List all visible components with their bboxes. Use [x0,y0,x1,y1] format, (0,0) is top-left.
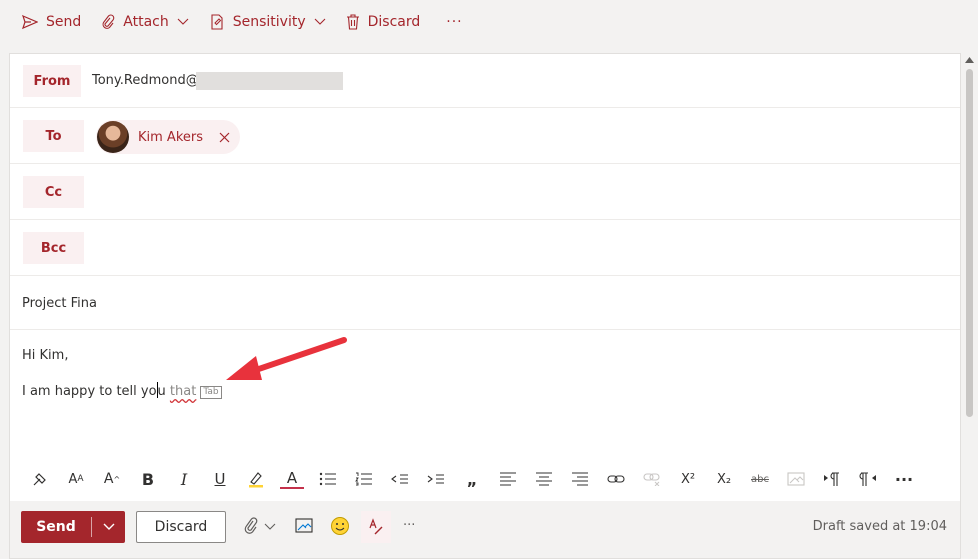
insert-picture-icon[interactable] [295,518,313,533]
link-icon[interactable] [604,467,628,491]
editor-button[interactable] [361,511,391,543]
send-button[interactable]: Send [21,511,125,543]
sensitivity-icon [211,14,223,30]
align-center-icon[interactable] [532,467,556,491]
redacted-domain [196,72,343,90]
from-row: From Tony.Redmond@ [10,54,960,108]
body-greeting: Hi Kim, [22,348,69,363]
remove-link-icon[interactable] [640,467,664,491]
send-options-button[interactable] [92,523,125,531]
rtl-icon[interactable] [856,467,880,491]
chevron-down-icon[interactable] [264,523,276,531]
align-left-icon[interactable] [496,467,520,491]
scroll-up-icon[interactable] [965,57,974,63]
paperclip-icon [102,14,115,29]
recipient-chip[interactable]: Kim Akers [96,120,240,154]
format-painter-icon[interactable] [28,467,52,491]
subscript-icon[interactable]: X₂ [712,467,736,491]
chevron-down-icon [314,18,326,25]
send-command[interactable]: Send [22,14,81,30]
formatting-toolbar: AA A ^ B I U A „ X² X₂ abc ··· [10,456,960,501]
quote-icon[interactable]: „ [460,467,484,491]
subject-field[interactable]: Project Fina [22,296,97,311]
chevron-down-icon [177,18,189,25]
more-options-icon[interactable]: ··· [892,467,916,491]
discard-button[interactable]: Discard [136,511,226,543]
body-line: I am happy to tell you that Tab [22,382,222,399]
numbering-icon[interactable] [352,467,376,491]
scroll-thumb[interactable] [966,69,973,417]
trash-icon [346,14,359,30]
align-right-icon[interactable] [568,467,592,491]
bcc-button[interactable]: Bcc [23,232,84,264]
superscript-icon[interactable]: X² [676,467,700,491]
cc-row[interactable]: Cc [10,164,960,220]
italic-icon[interactable]: I [172,467,196,491]
compose-pane: From Tony.Redmond@ To Kim Akers Cc Bcc P… [9,53,961,559]
from-address: Tony.Redmond@ [92,73,199,88]
paperclip-icon[interactable] [244,517,258,535]
editor-pen-icon [369,518,383,535]
action-bar: Send Discard ··· Draft saved at 19:04 [10,501,960,558]
underline-icon[interactable]: U [208,467,232,491]
recipient-name: Kim Akers [138,129,204,145]
font-size-decrease-icon[interactable]: AA [64,467,88,491]
font-color-icon[interactable]: A [280,469,304,489]
send-icon [22,14,38,30]
scrollbar[interactable] [961,53,978,559]
avatar [97,121,129,153]
to-button[interactable]: To [23,120,84,152]
draft-status: Draft saved at 19:04 [812,519,947,534]
font-size-increase-icon[interactable]: A ^ [100,467,124,491]
tab-key-hint: Tab [200,386,222,399]
discard-command-label: Discard [367,14,421,30]
emoji-icon[interactable] [330,516,350,536]
to-row[interactable]: To Kim Akers [10,108,960,164]
command-bar: Send Attach Sensitivity Discard ··· [0,0,978,44]
sensitivity-command[interactable]: Sensitivity [209,14,326,30]
send-command-label: Send [46,14,82,30]
from-button[interactable]: From [23,65,81,97]
bullets-icon[interactable] [316,467,340,491]
ltr-icon[interactable] [820,467,844,491]
chevron-down-icon [103,523,114,530]
bcc-row[interactable]: Bcc [10,220,960,276]
attach-command-label: Attach [123,14,169,30]
send-button-label: Send [36,519,76,535]
cc-button[interactable]: Cc [23,176,84,208]
insert-picture-icon[interactable] [784,467,808,491]
close-icon[interactable] [219,132,230,143]
increase-indent-icon[interactable] [424,467,448,491]
strikethrough-icon[interactable]: abc [748,467,772,491]
more-commands-button[interactable]: ··· [446,14,462,30]
decrease-indent-icon[interactable] [388,467,412,491]
text-prediction-suggestion: that [169,384,197,399]
annotation-arrow-icon [226,337,347,380]
discard-command[interactable]: Discard [346,14,421,30]
highlight-icon[interactable] [244,467,268,491]
more-actions-button[interactable]: ··· [403,518,415,533]
typed-text: I am happy to tell yo [22,384,157,399]
attach-command[interactable]: Attach [101,14,189,30]
typed-text-after-cursor: u [157,384,170,399]
bold-icon[interactable]: B [136,467,160,491]
sensitivity-command-label: Sensitivity [232,14,306,30]
subject-row[interactable]: Project Fina [10,276,960,330]
